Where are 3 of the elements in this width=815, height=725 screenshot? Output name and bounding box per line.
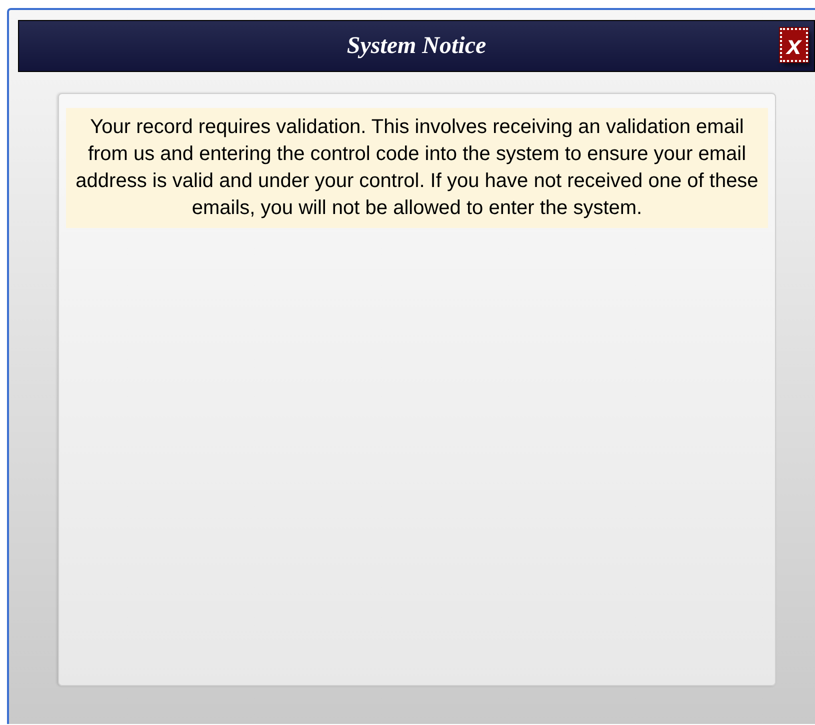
close-button[interactable]: x — [780, 28, 808, 62]
window-title: System Notice — [346, 32, 486, 61]
notice-message: Your record requires validation. This involves receiving an validation email from us and entering the control code into the system to ensure your email address is valid and under your control. If you have not received one of these emails, you will not be allowed to enter the system. — [66, 108, 768, 228]
